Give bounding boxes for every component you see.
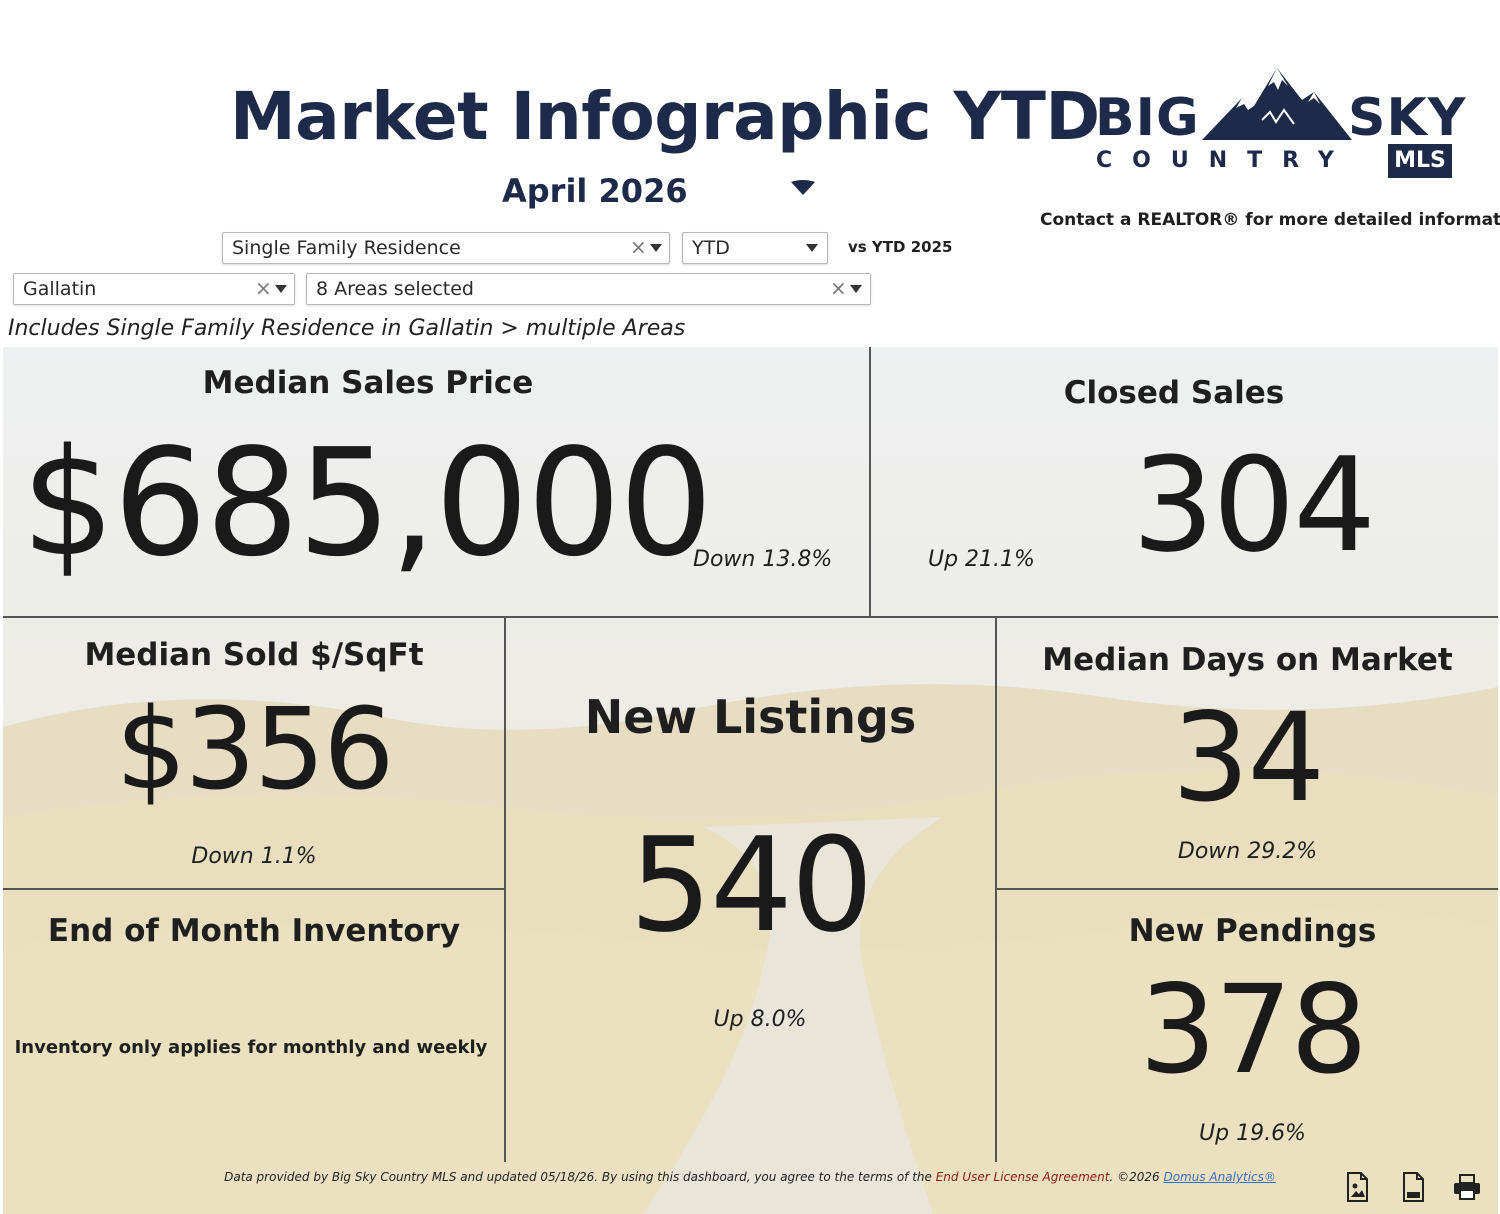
domus-analytics-link[interactable]: Domus Analytics®: [1163, 1170, 1275, 1184]
closed-sales-change: Up 21.1%: [928, 547, 1035, 572]
county-value: Gallatin: [23, 278, 97, 300]
inventory-note: Inventory only applies for monthly and w…: [14, 1037, 488, 1058]
print-icon[interactable]: [1452, 1172, 1482, 1202]
comparison-label: vs YTD 2025: [848, 238, 953, 256]
clear-icon[interactable]: ×: [630, 235, 647, 259]
metrics-dashboard: Median Sales Price $685,000 Down 13.8% C…: [3, 347, 1498, 1214]
image-export-icon[interactable]: [1343, 1172, 1371, 1202]
eula-link[interactable]: End User License Agreement: [936, 1170, 1110, 1184]
logo-big-text: BIG: [1095, 88, 1200, 148]
footer-text: . ©2026: [1109, 1170, 1164, 1184]
chevron-down-icon: [806, 244, 818, 252]
median-dom-title: Median Days on Market: [1042, 642, 1453, 678]
pdf-export-icon[interactable]: [1399, 1172, 1427, 1202]
median-sales-price-title: Median Sales Price: [202, 365, 534, 401]
median-dom-value: 34: [1171, 687, 1325, 829]
areas-select[interactable]: 8 Areas selected ×: [306, 273, 871, 305]
logo-country-text: COUNTRY: [1096, 148, 1354, 173]
new-listings-title: New Listings: [584, 690, 917, 744]
logo-sky-text: SKY: [1348, 88, 1467, 148]
county-select[interactable]: Gallatin ×: [13, 273, 295, 305]
divider: [3, 616, 1498, 618]
footer-text: Data provided by Big Sky Country MLS and…: [224, 1170, 936, 1184]
new-listings-change: Up 8.0%: [713, 1007, 807, 1032]
month-dropdown[interactable]: April 2026: [490, 168, 830, 214]
month-dropdown-value: April 2026: [502, 172, 688, 210]
median-sales-price-value: $685,000: [21, 417, 713, 589]
property-type-select[interactable]: Single Family Residence ×: [222, 232, 670, 264]
big-sky-country-mls-logo: BIG SKY COUNTRY MLS: [1090, 60, 1480, 200]
new-pendings-title: New Pendings: [1128, 913, 1377, 949]
chevron-down-icon: [791, 180, 815, 195]
areas-value: 8 Areas selected: [316, 278, 474, 300]
median-sales-price-change: Down 13.8%: [693, 547, 833, 572]
filter-summary: Includes Single Family Residence in Gall…: [8, 316, 686, 341]
new-listings-value: 540: [629, 809, 873, 961]
period-value: YTD: [692, 237, 730, 259]
median-dom-change: Down 29.2%: [1177, 839, 1318, 864]
median-sold-sqft-title: Median Sold $/SqFt: [84, 637, 424, 673]
property-type-value: Single Family Residence: [232, 237, 461, 259]
page-title: Market Infographic YTD: [230, 78, 1100, 155]
new-pendings-change: Up 19.6%: [1199, 1121, 1306, 1146]
chevron-down-icon: [650, 244, 662, 252]
divider: [3, 888, 505, 890]
mountain-logo-icon: [1202, 68, 1352, 140]
logo-mls-badge: MLS: [1388, 144, 1452, 178]
clear-icon[interactable]: ×: [255, 276, 272, 300]
period-select[interactable]: YTD: [682, 232, 828, 264]
inventory-title: End of Month Inventory: [47, 913, 461, 949]
chevron-down-icon: [850, 285, 862, 293]
median-sold-sqft-value: $356: [115, 685, 394, 815]
median-sold-sqft-change: Down 1.1%: [191, 844, 317, 869]
footer-disclaimer: Data provided by Big Sky Country MLS and…: [0, 1170, 1500, 1184]
divider: [996, 888, 1498, 890]
closed-sales-title: Closed Sales: [1063, 375, 1285, 411]
contact-note: Contact a REALTOR® for more detailed inf…: [1040, 210, 1500, 230]
chevron-down-icon: [275, 285, 287, 293]
clear-icon[interactable]: ×: [830, 276, 847, 300]
closed-sales-value: 304: [1131, 429, 1376, 581]
new-pendings-value: 378: [1139, 959, 1368, 1101]
